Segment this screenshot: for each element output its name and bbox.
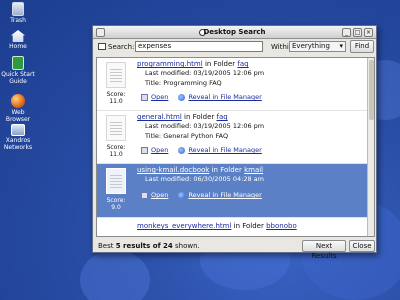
- result-title: Title: General Python FAQ: [145, 132, 229, 140]
- open-button[interactable]: Open: [141, 191, 168, 199]
- in-folder-text: in Folder: [184, 113, 215, 121]
- result-heading: programming.html in Folder faq: [137, 60, 249, 68]
- desktop-icon-trash[interactable]: Trash: [0, 2, 36, 24]
- close-button[interactable]: Close: [349, 240, 375, 252]
- result-actions: Open Reveal in File Manager: [141, 146, 270, 156]
- result-actions: Open Reveal in File Manager: [141, 191, 270, 201]
- in-folder-text: in Folder: [233, 222, 264, 230]
- find-button[interactable]: Find: [350, 40, 374, 53]
- search-input[interactable]: expenses: [135, 41, 263, 52]
- desktop-icon-label: Web Browser: [5, 109, 31, 123]
- results-scrollbar[interactable]: [367, 58, 374, 236]
- minimize-button[interactable]: _: [342, 28, 351, 37]
- within-value: Everything: [292, 42, 330, 50]
- quick-start-guide-icon: [12, 56, 24, 70]
- result-file-link[interactable]: monkeys_everywhere.html: [137, 222, 231, 230]
- desktop-icon-label: Quick Start Guide: [1, 71, 35, 85]
- desktop-search-window: Desktop Search _ □ × Search: expenses Wi…: [92, 25, 377, 260]
- scrollbar-thumb[interactable]: [369, 60, 374, 120]
- open-icon: [141, 191, 148, 199]
- result-score: Score: 11.0: [106, 144, 126, 158]
- globe-icon: [178, 146, 186, 154]
- result-item[interactable]: monkeys_everywhere.html in Folder bbonob…: [97, 218, 374, 236]
- in-folder-text: in Folder: [211, 166, 242, 174]
- reveal-in-file-manager-button[interactable]: Reveal in File Manager: [178, 191, 262, 199]
- maximize-button[interactable]: □: [353, 28, 362, 37]
- document-thumbnail: [106, 168, 126, 194]
- result-item[interactable]: Score: 11.0 programming.html in Folder fa…: [97, 58, 374, 111]
- open-button[interactable]: Open: [141, 93, 168, 101]
- open-icon: [141, 146, 148, 154]
- result-folder-link[interactable]: kmail: [244, 166, 263, 174]
- reveal-in-file-manager-button[interactable]: Reveal in File Manager: [178, 93, 262, 101]
- document-thumbnail: [106, 115, 126, 141]
- window-title: Desktop Search: [203, 28, 266, 36]
- search-bar: Search: expenses Within: Everything ▾ Fi…: [93, 39, 376, 55]
- globe-icon: [178, 93, 186, 101]
- desktop-icon-label: Xandros Networks: [3, 137, 33, 151]
- title-bar[interactable]: Desktop Search _ □ ×: [93, 26, 376, 39]
- desktop-icon-web-browser[interactable]: Web Browser: [0, 94, 36, 123]
- xandros-networks-icon: [11, 124, 25, 136]
- next-results-button[interactable]: Next Results: [302, 240, 346, 260]
- result-file-link[interactable]: general.html: [137, 113, 182, 121]
- desktop-icon-quick-start-guide[interactable]: Quick Start Guide: [0, 56, 36, 85]
- desktop-icon-label: Trash: [10, 17, 26, 24]
- result-folder-link[interactable]: faq: [217, 113, 228, 121]
- document-thumbnail: [106, 62, 126, 88]
- open-icon: [141, 93, 148, 101]
- reveal-in-file-manager-button[interactable]: Reveal in File Manager: [178, 146, 262, 154]
- result-item-selected[interactable]: Score: 9.0 using-kmail.docbook in Folder …: [97, 164, 374, 218]
- web-browser-icon: [11, 94, 25, 108]
- result-folder-link[interactable]: faq: [237, 60, 248, 68]
- in-folder-text: in Folder: [204, 60, 236, 68]
- trash-icon: [12, 2, 24, 16]
- results-count-text: Best 5 results of 24 shown.: [98, 242, 200, 250]
- result-modified: Last modified: 06/30/2005 04:28 am: [145, 175, 264, 183]
- result-heading: general.html in Folder faq: [137, 113, 228, 121]
- search-label: Search:: [108, 43, 135, 51]
- result-file-link[interactable]: using-kmail.docbook: [137, 166, 209, 174]
- result-item[interactable]: Score: 11.0 general.html in Folder faq La…: [97, 111, 374, 164]
- open-button[interactable]: Open: [141, 146, 168, 154]
- search-icon: [98, 43, 106, 50]
- desktop-icon-xandros-networks[interactable]: Xandros Networks: [0, 124, 36, 151]
- within-select[interactable]: Everything ▾: [289, 41, 346, 52]
- result-modified: Last modified: 03/19/2005 12:06 pm: [145, 122, 265, 130]
- result-actions: Open Reveal in File Manager: [141, 93, 270, 103]
- results-list[interactable]: Score: 11.0 programming.html in Folder fa…: [96, 57, 375, 237]
- desktop-decoration: [80, 250, 150, 300]
- result-title: Title: Programming FAQ: [145, 79, 222, 87]
- result-score: Score: 9.0: [106, 197, 126, 211]
- home-icon: [11, 30, 25, 42]
- close-window-button[interactable]: ×: [364, 28, 373, 37]
- result-folder-link[interactable]: bbonobo: [266, 222, 297, 230]
- result-heading: using-kmail.docbook in Folder kmail: [137, 166, 263, 174]
- result-score: Score: 11.0: [106, 91, 126, 105]
- globe-icon: [178, 191, 186, 199]
- result-heading: monkeys_everywhere.html in Folder bbonob…: [137, 222, 297, 230]
- chevron-down-icon: ▾: [339, 42, 343, 50]
- status-bar: Best 5 results of 24 shown. Next Results…: [96, 240, 375, 260]
- result-modified: Last modified: 03/19/2005 12:06 pm: [145, 69, 265, 77]
- desktop-icon-label: Home: [9, 43, 27, 50]
- desktop-icon-home[interactable]: Home: [0, 30, 36, 50]
- result-file-link[interactable]: programming.html: [137, 60, 203, 68]
